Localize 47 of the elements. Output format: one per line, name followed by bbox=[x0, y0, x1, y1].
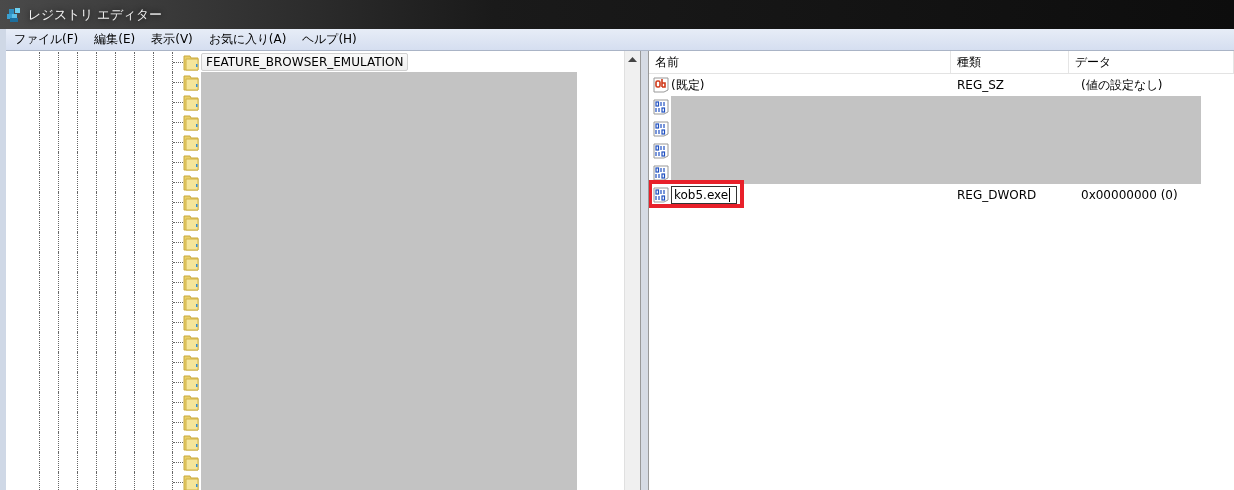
folder-icon bbox=[183, 113, 199, 131]
folder-icon bbox=[183, 453, 199, 471]
folder-icon bbox=[183, 153, 199, 171]
binary-value-icon bbox=[653, 99, 669, 115]
folder-icon bbox=[183, 193, 199, 211]
binary-value-icon bbox=[653, 121, 669, 137]
binary-value-icon bbox=[653, 143, 669, 159]
registry-cubes-icon bbox=[6, 6, 22, 23]
menu-item[interactable]: ファイル(F) bbox=[6, 31, 87, 48]
binary-value-icon bbox=[653, 187, 669, 203]
value-type: REG_DWORD bbox=[956, 188, 1038, 202]
rename-field[interactable]: kob5.exe bbox=[671, 186, 737, 204]
column-header[interactable]: 名前 bbox=[649, 51, 951, 73]
value-data: (値の設定なし) bbox=[1080, 76, 1164, 94]
folder-icon bbox=[183, 273, 199, 291]
folder-icon bbox=[183, 293, 199, 311]
menu-item[interactable]: お気に入り(A) bbox=[200, 31, 295, 48]
folder-icon bbox=[183, 433, 199, 451]
folder-icon bbox=[183, 213, 199, 231]
scroll-up-icon[interactable] bbox=[628, 57, 637, 62]
folder-icon bbox=[183, 233, 199, 251]
folder-icon bbox=[183, 53, 199, 71]
menu-item[interactable]: ヘルプ(H) bbox=[294, 31, 365, 48]
folder-icon bbox=[183, 393, 199, 411]
column-header[interactable]: データ bbox=[1069, 51, 1234, 73]
value-name[interactable]: (既定) bbox=[671, 76, 705, 94]
folder-icon bbox=[183, 353, 199, 371]
tree-item[interactable]: FEATURE_BROWSER_EMULATION bbox=[201, 53, 409, 71]
folder-icon bbox=[183, 173, 199, 191]
column-header[interactable]: 種類 bbox=[951, 51, 1069, 73]
folder-icon bbox=[183, 253, 199, 271]
folder-icon bbox=[183, 473, 199, 490]
string-value-icon bbox=[653, 77, 669, 93]
folder-icon bbox=[183, 313, 199, 331]
folder-icon bbox=[183, 413, 199, 431]
folder-icon bbox=[183, 133, 199, 151]
menu-item[interactable]: 編集(E) bbox=[86, 31, 144, 48]
scrollbar[interactable] bbox=[624, 51, 640, 490]
value-type: REG_SZ bbox=[956, 78, 1006, 92]
binary-value-icon bbox=[653, 165, 669, 181]
value-data: 0x00000000 (0) bbox=[1080, 188, 1179, 202]
folder-icon bbox=[183, 93, 199, 111]
folder-icon bbox=[183, 373, 199, 391]
folder-icon bbox=[183, 73, 199, 91]
menu-item[interactable]: 表示(V) bbox=[143, 31, 201, 48]
folder-icon bbox=[183, 333, 199, 351]
window-title: レジストリ エディター bbox=[28, 5, 163, 24]
